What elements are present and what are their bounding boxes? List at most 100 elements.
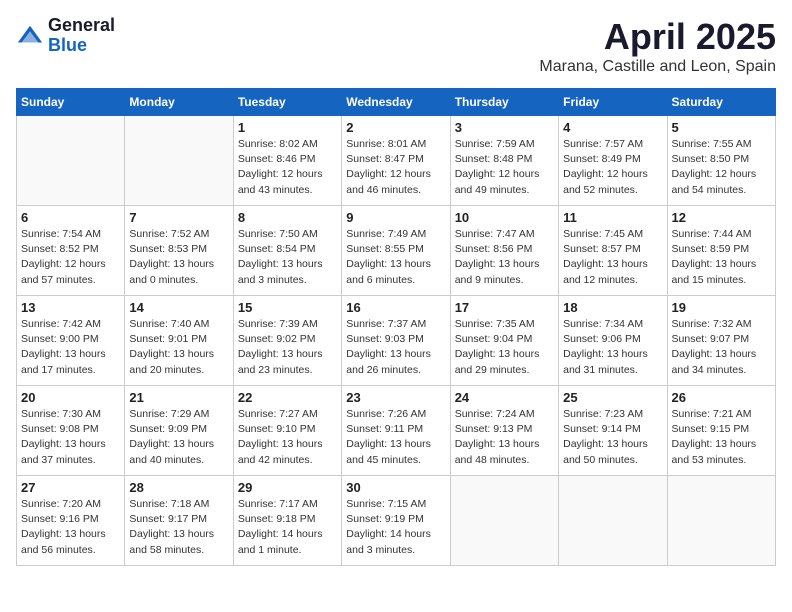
day-info: Sunrise: 7:44 AMSunset: 8:59 PMDaylight:… bbox=[672, 227, 771, 288]
day-info: Sunrise: 7:18 AMSunset: 9:17 PMDaylight:… bbox=[129, 497, 228, 558]
day-cell-3-5: 25 Sunrise: 7:23 AMSunset: 9:14 PMDayligh… bbox=[559, 386, 667, 476]
day-cell-4-5 bbox=[559, 476, 667, 566]
day-info: Sunrise: 7:54 AMSunset: 8:52 PMDaylight:… bbox=[21, 227, 120, 288]
page-header: General Blue April 2025 Marana, Castille… bbox=[16, 16, 776, 76]
day-number: 23 bbox=[346, 390, 445, 405]
day-cell-1-5: 11 Sunrise: 7:45 AMSunset: 8:57 PMDayligh… bbox=[559, 206, 667, 296]
day-cell-2-5: 18 Sunrise: 7:34 AMSunset: 9:06 PMDayligh… bbox=[559, 296, 667, 386]
day-number: 3 bbox=[455, 120, 554, 135]
day-cell-2-2: 15 Sunrise: 7:39 AMSunset: 9:02 PMDayligh… bbox=[233, 296, 341, 386]
week-row-5: 27Sunrise: 7:20 AMSunset: 9:16 PMDayligh… bbox=[17, 476, 776, 566]
day-info: Sunrise: 7:55 AMSunset: 8:50 PMDaylight:… bbox=[672, 137, 771, 198]
day-cell-0-4: 3 Sunrise: 7:59 AMSunset: 8:48 PMDaylight… bbox=[450, 116, 558, 206]
day-number: 6 bbox=[21, 210, 120, 225]
day-cell-0-6: 5Sunrise: 7:55 AMSunset: 8:50 PMDaylight… bbox=[667, 116, 775, 206]
day-cell-1-6: 12 Sunrise: 7:44 AMSunset: 8:59 PMDayligh… bbox=[667, 206, 775, 296]
day-number: 21 bbox=[129, 390, 228, 405]
week-row-3: 13 Sunrise: 7:42 AMSunset: 9:00 PMDayligh… bbox=[17, 296, 776, 386]
header-friday: Friday bbox=[559, 89, 667, 116]
day-info: Sunrise: 7:45 AMSunset: 8:57 PMDaylight:… bbox=[563, 227, 662, 288]
day-info: Sunrise: 7:29 AMSunset: 9:09 PMDaylight:… bbox=[129, 407, 228, 468]
header-tuesday: Tuesday bbox=[233, 89, 341, 116]
logo-blue: Blue bbox=[48, 36, 115, 56]
day-number: 18 bbox=[563, 300, 662, 315]
day-info: Sunrise: 7:30 AMSunset: 9:08 PMDaylight:… bbox=[21, 407, 120, 468]
day-cell-4-1: 28Sunrise: 7:18 AMSunset: 9:17 PMDayligh… bbox=[125, 476, 233, 566]
day-info: Sunrise: 7:21 AMSunset: 9:15 PMDaylight:… bbox=[672, 407, 771, 468]
day-cell-0-2: 1 Sunrise: 8:02 AMSunset: 8:46 PMDaylight… bbox=[233, 116, 341, 206]
day-info: Sunrise: 7:24 AMSunset: 9:13 PMDaylight:… bbox=[455, 407, 554, 468]
header-wednesday: Wednesday bbox=[342, 89, 450, 116]
day-info: Sunrise: 7:42 AMSunset: 9:00 PMDaylight:… bbox=[21, 317, 120, 378]
day-info: Sunrise: 7:27 AMSunset: 9:10 PMDaylight:… bbox=[238, 407, 337, 468]
day-info: Sunrise: 7:37 AMSunset: 9:03 PMDaylight:… bbox=[346, 317, 445, 378]
day-number: 12 bbox=[672, 210, 771, 225]
day-cell-3-4: 24Sunrise: 7:24 AMSunset: 9:13 PMDayligh… bbox=[450, 386, 558, 476]
day-cell-3-2: 22 Sunrise: 7:27 AMSunset: 9:10 PMDayligh… bbox=[233, 386, 341, 476]
day-cell-1-0: 6 Sunrise: 7:54 AMSunset: 8:52 PMDaylight… bbox=[17, 206, 125, 296]
day-info: Sunrise: 8:02 AMSunset: 8:46 PMDaylight:… bbox=[238, 137, 337, 198]
header-sunday: Sunday bbox=[17, 89, 125, 116]
day-number: 20 bbox=[21, 390, 120, 405]
day-cell-2-1: 14Sunrise: 7:40 AMSunset: 9:01 PMDayligh… bbox=[125, 296, 233, 386]
day-info: Sunrise: 8:01 AMSunset: 8:47 PMDaylight:… bbox=[346, 137, 445, 198]
day-number: 25 bbox=[563, 390, 662, 405]
day-cell-0-0 bbox=[17, 116, 125, 206]
day-cell-3-1: 21 Sunrise: 7:29 AMSunset: 9:09 PMDayligh… bbox=[125, 386, 233, 476]
day-info: Sunrise: 7:47 AMSunset: 8:56 PMDaylight:… bbox=[455, 227, 554, 288]
day-info: Sunrise: 7:39 AMSunset: 9:02 PMDaylight:… bbox=[238, 317, 337, 378]
calendar-table: Sunday Monday Tuesday Wednesday Thursday… bbox=[16, 88, 776, 566]
day-cell-2-3: 16 Sunrise: 7:37 AMSunset: 9:03 PMDayligh… bbox=[342, 296, 450, 386]
day-info: Sunrise: 7:15 AMSunset: 9:19 PMDaylight:… bbox=[346, 497, 445, 558]
day-info: Sunrise: 7:26 AMSunset: 9:11 PMDaylight:… bbox=[346, 407, 445, 468]
logo-text: General Blue bbox=[48, 16, 115, 56]
day-info: Sunrise: 7:17 AMSunset: 9:18 PMDaylight:… bbox=[238, 497, 337, 558]
title-block: April 2025 Marana, Castille and Leon, Sp… bbox=[539, 16, 776, 76]
day-info: Sunrise: 7:57 AMSunset: 8:49 PMDaylight:… bbox=[563, 137, 662, 198]
day-cell-4-2: 29 Sunrise: 7:17 AMSunset: 9:18 PMDayligh… bbox=[233, 476, 341, 566]
day-cell-4-0: 27Sunrise: 7:20 AMSunset: 9:16 PMDayligh… bbox=[17, 476, 125, 566]
header-thursday: Thursday bbox=[450, 89, 558, 116]
day-number: 7 bbox=[129, 210, 228, 225]
day-cell-0-5: 4Sunrise: 7:57 AMSunset: 8:49 PMDaylight… bbox=[559, 116, 667, 206]
location-title: Marana, Castille and Leon, Spain bbox=[539, 58, 776, 76]
day-number: 11 bbox=[563, 210, 662, 225]
logo-icon bbox=[16, 22, 44, 50]
day-number: 19 bbox=[672, 300, 771, 315]
day-cell-0-1 bbox=[125, 116, 233, 206]
day-cell-1-1: 7Sunrise: 7:52 AMSunset: 8:53 PMDaylight… bbox=[125, 206, 233, 296]
week-row-1: 1 Sunrise: 8:02 AMSunset: 8:46 PMDaylight… bbox=[17, 116, 776, 206]
day-number: 16 bbox=[346, 300, 445, 315]
day-cell-4-3: 30 Sunrise: 7:15 AMSunset: 9:19 PMDayligh… bbox=[342, 476, 450, 566]
day-number: 30 bbox=[346, 480, 445, 495]
day-cell-3-0: 20 Sunrise: 7:30 AMSunset: 9:08 PMDayligh… bbox=[17, 386, 125, 476]
day-number: 15 bbox=[238, 300, 337, 315]
day-number: 2 bbox=[346, 120, 445, 135]
day-cell-4-4 bbox=[450, 476, 558, 566]
day-number: 29 bbox=[238, 480, 337, 495]
day-number: 10 bbox=[455, 210, 554, 225]
header-monday: Monday bbox=[125, 89, 233, 116]
day-info: Sunrise: 7:23 AMSunset: 9:14 PMDaylight:… bbox=[563, 407, 662, 468]
day-info: Sunrise: 7:20 AMSunset: 9:16 PMDaylight:… bbox=[21, 497, 120, 558]
day-cell-1-2: 8 Sunrise: 7:50 AMSunset: 8:54 PMDaylight… bbox=[233, 206, 341, 296]
day-number: 8 bbox=[238, 210, 337, 225]
day-info: Sunrise: 7:59 AMSunset: 8:48 PMDaylight:… bbox=[455, 137, 554, 198]
day-info: Sunrise: 7:32 AMSunset: 9:07 PMDaylight:… bbox=[672, 317, 771, 378]
day-number: 22 bbox=[238, 390, 337, 405]
day-cell-2-4: 17Sunrise: 7:35 AMSunset: 9:04 PMDayligh… bbox=[450, 296, 558, 386]
day-number: 1 bbox=[238, 120, 337, 135]
day-cell-3-6: 26 Sunrise: 7:21 AMSunset: 9:15 PMDayligh… bbox=[667, 386, 775, 476]
day-info: Sunrise: 7:40 AMSunset: 9:01 PMDaylight:… bbox=[129, 317, 228, 378]
day-number: 13 bbox=[21, 300, 120, 315]
day-number: 26 bbox=[672, 390, 771, 405]
day-cell-2-0: 13 Sunrise: 7:42 AMSunset: 9:00 PMDayligh… bbox=[17, 296, 125, 386]
day-info: Sunrise: 7:50 AMSunset: 8:54 PMDaylight:… bbox=[238, 227, 337, 288]
day-info: Sunrise: 7:34 AMSunset: 9:06 PMDaylight:… bbox=[563, 317, 662, 378]
day-cell-4-6 bbox=[667, 476, 775, 566]
week-row-4: 20 Sunrise: 7:30 AMSunset: 9:08 PMDayligh… bbox=[17, 386, 776, 476]
day-cell-1-4: 10 Sunrise: 7:47 AMSunset: 8:56 PMDayligh… bbox=[450, 206, 558, 296]
day-number: 9 bbox=[346, 210, 445, 225]
day-number: 17 bbox=[455, 300, 554, 315]
day-cell-3-3: 23 Sunrise: 7:26 AMSunset: 9:11 PMDayligh… bbox=[342, 386, 450, 476]
